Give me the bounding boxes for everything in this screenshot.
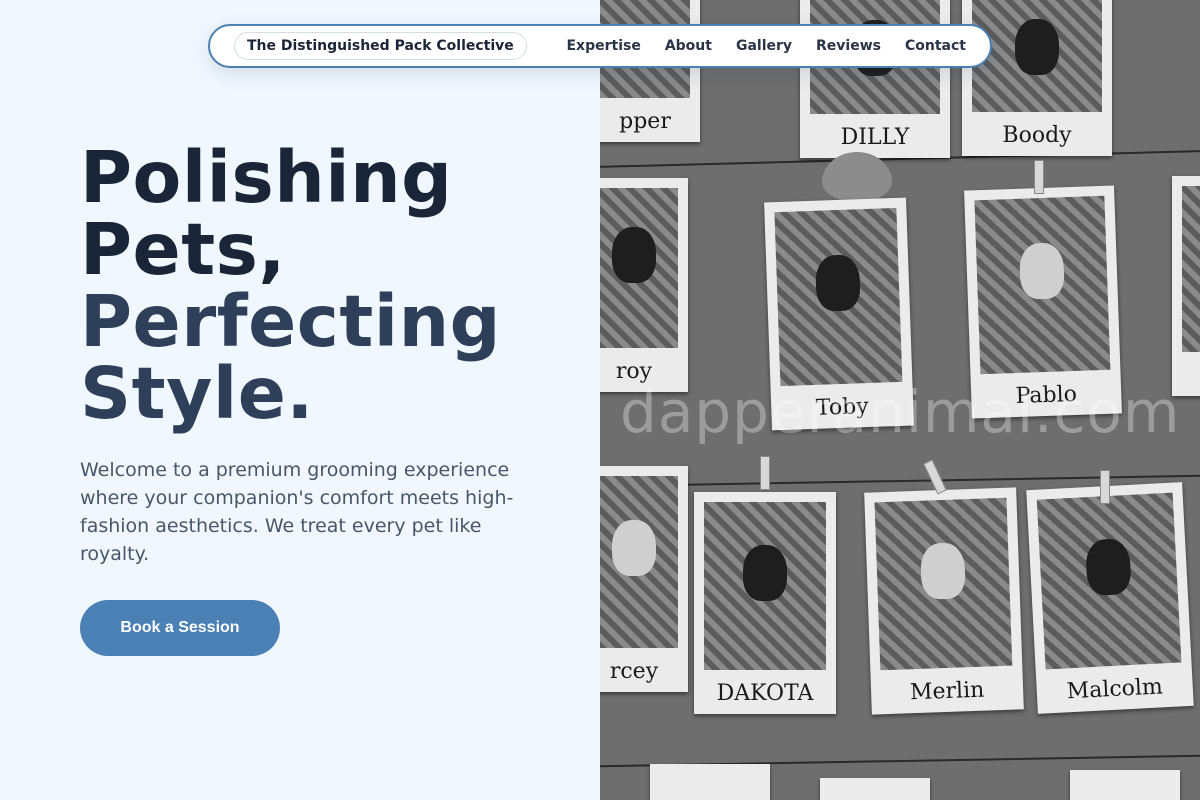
polaroid-image — [600, 476, 678, 648]
hero-title-line-1: Polishing Pets, — [80, 136, 453, 291]
dog-image — [612, 520, 656, 577]
polaroid-photo: roy — [600, 178, 688, 392]
polaroid-image — [874, 497, 1013, 671]
polaroid-image — [600, 188, 678, 348]
hero-section: Polishing Pets, Perfecting Style. Welcom… — [0, 0, 600, 800]
polaroid-image — [974, 195, 1111, 375]
top-navigation: The Distinguished Pack Collective Expert… — [208, 24, 992, 68]
polaroid-photo — [1070, 770, 1180, 800]
dog-image — [1084, 538, 1132, 597]
dog-image — [612, 227, 656, 284]
polaroid-photo — [820, 778, 930, 800]
polaroid-photo: DAKOTA — [694, 492, 836, 714]
nav-link-about[interactable]: About — [665, 38, 712, 54]
clothespin — [1034, 160, 1044, 194]
clothespin — [1100, 470, 1110, 504]
polaroid-photo: pper — [600, 0, 700, 142]
polaroid-photo — [1172, 176, 1200, 396]
polaroid-label: Merlin — [909, 677, 985, 706]
polaroid-label: Boody — [1002, 123, 1072, 148]
polaroid-photo: rcey — [600, 466, 688, 692]
hero-subtitle: Welcome to a premium grooming experience… — [80, 459, 514, 565]
book-session-button[interactable]: Book a Session — [80, 600, 280, 656]
polaroid-photo: Boody — [962, 0, 1112, 156]
brand-logo-link[interactable]: The Distinguished Pack Collective — [234, 32, 527, 60]
hero-title: Polishing Pets, Perfecting Style. — [80, 142, 580, 430]
polaroid-image — [972, 0, 1102, 112]
polaroid-label: DAKOTA — [716, 681, 814, 706]
clothespin — [760, 456, 770, 490]
dog-image — [743, 544, 787, 601]
dog-image — [1018, 242, 1065, 300]
polaroid-photo: Merlin — [864, 487, 1024, 715]
nav-link-reviews[interactable]: Reviews — [816, 38, 881, 54]
polaroid-image — [1182, 186, 1200, 352]
polaroid-label: rcey — [609, 659, 659, 684]
polaroid-photo: Malcolm — [1026, 482, 1194, 714]
polaroid-image — [704, 502, 826, 670]
polaroid-photo — [650, 764, 770, 800]
polaroid-label: Malcolm — [1066, 674, 1164, 705]
nav-link-gallery[interactable]: Gallery — [736, 38, 792, 54]
polaroid-label: pper — [619, 109, 671, 134]
watermark-text: dapperanimal.com — [620, 378, 1181, 446]
dog-image — [814, 254, 861, 312]
nav-link-contact[interactable]: Contact — [905, 38, 966, 54]
clothespin — [923, 459, 947, 495]
polaroid-label: DILLY — [840, 125, 910, 150]
dog-image — [1015, 19, 1059, 76]
polaroid-image — [1036, 492, 1182, 670]
hero-title-line-2: Perfecting Style. — [80, 280, 501, 435]
dog-image — [919, 541, 966, 600]
nav-links: Expertise About Gallery Reviews Contact — [566, 38, 966, 54]
nav-link-expertise[interactable]: Expertise — [566, 38, 640, 54]
polaroid-image — [774, 207, 903, 387]
